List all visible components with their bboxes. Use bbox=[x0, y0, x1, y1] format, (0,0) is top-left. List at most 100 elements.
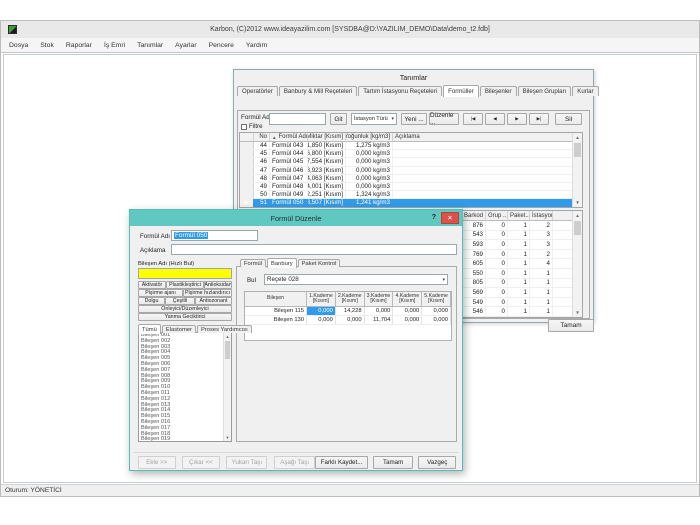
istasyon-turu-combo[interactable]: İstasyon Türü ▾ bbox=[351, 113, 397, 125]
formul-row[interactable]: 44 Formül 043 61,850 [Kısım] 1,275 kg/m3 bbox=[240, 142, 582, 150]
menu-item[interactable]: Tanımlar bbox=[131, 42, 169, 49]
col-yogunluk[interactable]: Yoğunluk [kg/m3] bbox=[346, 133, 393, 142]
sil-button[interactable]: Sil bbox=[555, 113, 582, 125]
aktivator-button[interactable]: Aktivatör bbox=[138, 281, 166, 289]
formul-row[interactable]: 49 Formül 048 64,001 [Kısım] 0,000 kg/m3 bbox=[240, 183, 582, 191]
bilesen-listbox[interactable]: Bileşen 001 Bileşen 002 Bileşen 003 Bile… bbox=[138, 332, 232, 442]
bilesen-list-tab[interactable]: Elastomer bbox=[162, 325, 196, 333]
col-paket[interactable]: Paket... bbox=[508, 211, 530, 221]
tanimlar-tab[interactable]: Bileşen Grupları bbox=[518, 86, 572, 96]
onleyici-duzenleyici-button[interactable]: Önleyici/Düzenleyici bbox=[138, 305, 232, 313]
scroll-up-icon[interactable]: ▲ bbox=[573, 211, 582, 220]
asagi-tasi-button[interactable]: Aşağı Taşı bbox=[274, 456, 315, 469]
menu-bar: Dosya Stok Raporlar İş Emri Tanımlar Aya… bbox=[1, 38, 699, 53]
col-kademe-1[interactable]: 1.Kademe [Kısım] bbox=[307, 292, 336, 307]
formul-grid-scrollbar[interactable]: ▲ ▼ bbox=[572, 133, 582, 207]
tanimlar-tamam-button[interactable]: Tamam bbox=[548, 319, 594, 332]
nav-prev-button[interactable]: ◀ bbox=[485, 113, 505, 125]
menu-item[interactable]: Dosya bbox=[3, 42, 34, 49]
recete-tab[interactable]: Formül bbox=[240, 259, 266, 267]
kademe-row[interactable]: Bileşen 115 0,000 14,228 0,000 0,000 0,0… bbox=[245, 307, 451, 316]
cikar-button[interactable]: Çıkar << bbox=[182, 456, 220, 469]
scrollbar-thumb[interactable] bbox=[574, 143, 581, 157]
mdi-client-area: Tanımlar Operatörler Banbury & Mill Reçe… bbox=[3, 54, 697, 483]
nav-last-button[interactable]: ▶| bbox=[529, 113, 549, 125]
yanma-geciktirici-button[interactable]: Yanma Geciktirici bbox=[138, 313, 232, 321]
tanimlar-tab[interactable]: Kurlar bbox=[572, 86, 598, 96]
menu-item[interactable]: Yardım bbox=[240, 42, 273, 49]
bilesen-list-scrollbar[interactable]: ▲ ▼ bbox=[223, 333, 231, 441]
dialog-formul-adi-input[interactable]: Formül 050 bbox=[171, 230, 258, 241]
col-miktar[interactable]: Miktar [Kısım] bbox=[308, 133, 346, 142]
bilesen-grid-scrollbar[interactable]: ▲ ▼ bbox=[572, 211, 582, 317]
tanimlar-tab[interactable]: Banbury & Mill Reçeteleri bbox=[279, 86, 357, 96]
formul-row[interactable]: 48 Formül 047 54,063 [Kısım] 0,000 kg/m3 bbox=[240, 175, 582, 183]
vazgec-button[interactable]: Vazgeç bbox=[418, 456, 456, 469]
bilesen-search-input[interactable] bbox=[138, 268, 232, 279]
nav-next-button[interactable]: ▶ bbox=[507, 113, 527, 125]
scroll-down-icon[interactable]: ▼ bbox=[224, 434, 231, 441]
col-no[interactable]: No bbox=[254, 133, 270, 142]
col-kademe-3[interactable]: 3.Kademe [Kısım] bbox=[365, 292, 394, 307]
antioksidan-button[interactable]: Antioksidan bbox=[204, 281, 232, 289]
duzenle-button[interactable]: Düzenle ... bbox=[429, 113, 459, 125]
tanimlar-tab[interactable]: Bileşenler bbox=[480, 86, 517, 96]
formul-row[interactable]: 46 Formül 045 47,554 [Kısım] 0,000 kg/m3 bbox=[240, 158, 582, 166]
col-grup[interactable]: Grup ... bbox=[486, 211, 508, 221]
antiozonant-button[interactable]: Antiozonant bbox=[195, 297, 232, 305]
formul-adi-input[interactable] bbox=[269, 113, 326, 125]
yukari-tasi-button[interactable]: Yukarı Taşı bbox=[226, 456, 267, 469]
menu-item[interactable]: Raporlar bbox=[60, 42, 98, 49]
menu-item[interactable]: Ayarlar bbox=[169, 42, 202, 49]
menu-item[interactable]: Pencere bbox=[203, 42, 240, 49]
kademe-row[interactable]: Bileşen 130 0,000 0,000 11,704 0,000 0,0… bbox=[245, 316, 451, 325]
bilesen-list-item[interactable]: Bileşen 019 bbox=[139, 437, 231, 442]
scrollbar-thumb[interactable] bbox=[574, 221, 581, 235]
selected-cell[interactable]: 0,000 bbox=[307, 307, 336, 315]
bilesen-list-tab[interactable]: Tümü bbox=[138, 324, 161, 334]
scroll-down-icon[interactable]: ▼ bbox=[573, 308, 582, 317]
dialog-aciklama-input[interactable] bbox=[171, 244, 457, 255]
filtre-checkbox-box[interactable] bbox=[241, 124, 247, 130]
dialog-tamam-button[interactable]: Tamam bbox=[373, 456, 412, 469]
col-kademe-2[interactable]: 2.Kademe [Kısım] bbox=[336, 292, 365, 307]
scroll-up-icon[interactable]: ▲ bbox=[573, 133, 582, 142]
close-icon[interactable]: ✕ bbox=[441, 212, 459, 224]
scrollbar-thumb[interactable] bbox=[225, 341, 230, 359]
help-icon[interactable]: ? bbox=[432, 214, 436, 221]
menu-item[interactable]: Stok bbox=[34, 42, 60, 49]
formul-row[interactable]: 50 Formül 049 2,251 [Kısım] 1,324 kg/m3 bbox=[240, 191, 582, 199]
col-formul-adi[interactable]: ▲Formül Adı bbox=[270, 133, 308, 142]
scroll-down-icon[interactable]: ▼ bbox=[573, 198, 582, 207]
col-kademe-4[interactable]: 4.Kademe [Kısım] bbox=[393, 292, 422, 307]
tanimlar-tab[interactable]: Tartım İstasyonu Reçeteleri bbox=[358, 86, 442, 96]
tanimlar-window-title[interactable]: Tanımlar bbox=[234, 70, 593, 84]
pisirme-ajani-button[interactable]: Pişirme ajanı bbox=[138, 289, 183, 297]
tanimlar-tab[interactable]: Operatörler bbox=[237, 86, 278, 96]
dialog-titlebar[interactable]: Formül Düzenle ? ✕ bbox=[130, 210, 462, 226]
plastiklestirici-button[interactable]: Plastikleştirici bbox=[166, 281, 204, 289]
col-bilesen[interactable]: Bileşen bbox=[245, 292, 307, 307]
formul-row[interactable]: 47 Formül 046 48,923 [Kısım] 0,000 kg/m3 bbox=[240, 167, 582, 175]
formul-row[interactable]: ▶ 51 Formül 050 68,507 [Kısım] 1,241 kg/… bbox=[240, 199, 582, 207]
dolgu-button[interactable]: Dolgu bbox=[138, 297, 165, 305]
bilesen-list-tab[interactable]: Proses Yardımcısı bbox=[197, 325, 252, 333]
tanimlar-tab[interactable]: Formüller bbox=[443, 85, 479, 97]
nav-first-button[interactable]: |◀ bbox=[463, 113, 483, 125]
col-istasyon[interactable]: İstasyon... bbox=[530, 211, 553, 221]
filtre-checkbox[interactable]: Filtre bbox=[241, 123, 263, 130]
cesitli-button[interactable]: Çeşitli bbox=[165, 297, 195, 305]
recete-tab[interactable]: Paket Kontrol bbox=[298, 259, 341, 267]
bul-combo[interactable]: Reçete 028 ▾ bbox=[264, 274, 448, 285]
col-aciklama[interactable]: Açıklama bbox=[393, 133, 582, 142]
ekle-button[interactable]: Ekle >> bbox=[138, 456, 176, 469]
git-button[interactable]: Git bbox=[330, 113, 347, 125]
recete-tab[interactable]: Banbury bbox=[267, 258, 297, 268]
menu-item[interactable]: İş Emri bbox=[98, 42, 131, 49]
farkli-kaydet-button[interactable]: Farklı Kaydet... bbox=[315, 456, 368, 469]
yeni-button[interactable]: Yeni ... bbox=[401, 113, 427, 125]
scroll-up-icon[interactable]: ▲ bbox=[224, 333, 231, 340]
pisirme-hizlandirici-button[interactable]: Pişirme hızlandırıcı bbox=[183, 289, 232, 297]
col-kademe-5[interactable]: 5.Kademe [Kısım] bbox=[422, 292, 451, 307]
formul-row[interactable]: 45 Formül 044 46,800 [Kısım] 0,000 kg/m3 bbox=[240, 150, 582, 158]
